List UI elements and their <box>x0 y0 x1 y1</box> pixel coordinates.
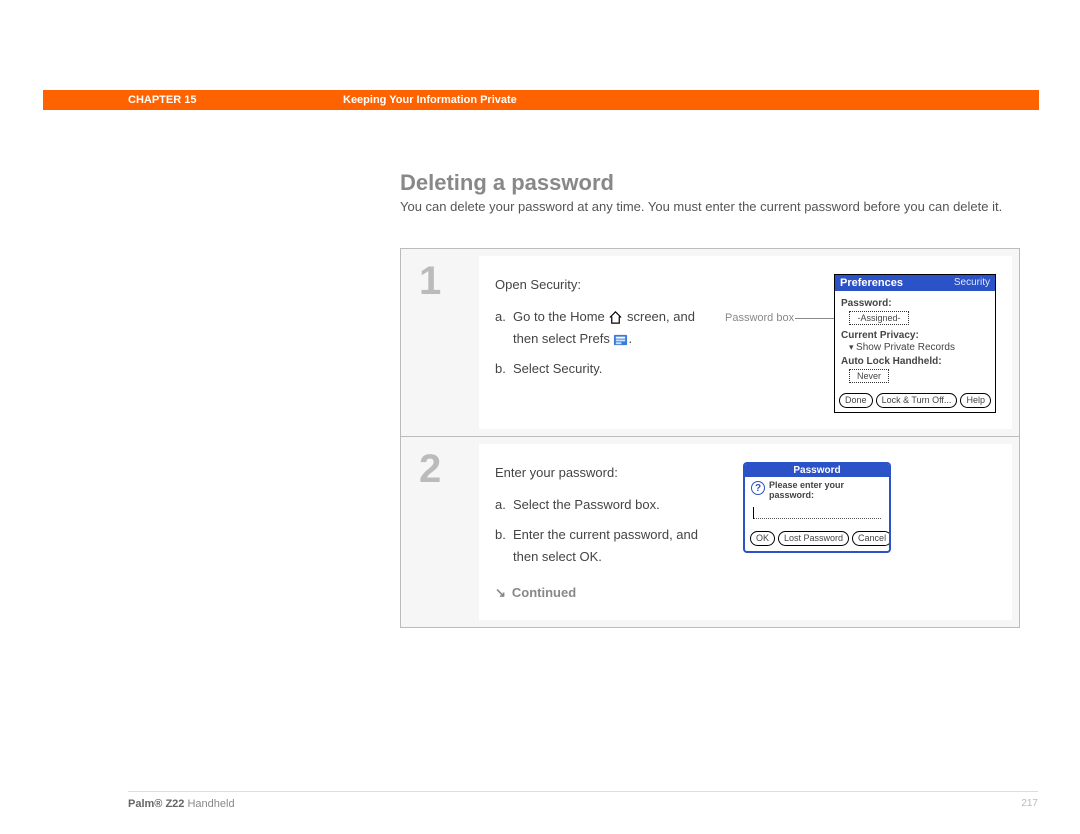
step-1: 1 Open Security: a. Go to the Home scree… <box>401 249 1019 437</box>
dialog-title: Password <box>745 464 889 477</box>
steps-container: 1 Open Security: a. Go to the Home scree… <box>400 248 1020 628</box>
cancel-button[interactable]: Cancel <box>852 531 891 546</box>
page-footer: Palm® Z22 Handheld 217 <box>128 791 1038 810</box>
continued-indicator: Continued <box>495 582 715 604</box>
prefs-icon <box>613 332 628 347</box>
substep-text: Go to the Home screen, and then select P… <box>513 306 715 350</box>
step-lead: Open Security: <box>495 274 715 296</box>
step-number: 2 <box>401 437 479 627</box>
substep-b: b. Enter the current password, and then … <box>495 524 715 568</box>
step-2: 2 Enter your password: a. Select the Pas… <box>401 437 1019 627</box>
section-intro: You can delete your password at any time… <box>400 198 1020 216</box>
palm-titlebar: Preferences Security <box>835 275 995 291</box>
chapter-label: CHAPTER 15 <box>128 94 196 106</box>
dialog-message: Please enter your password: <box>769 481 883 501</box>
password-box[interactable]: -Assigned- <box>849 311 909 325</box>
help-button[interactable]: Help <box>960 393 991 408</box>
autolock-label: Auto Lock Handheld: <box>841 356 989 367</box>
substep-a: a. Select the Password box. <box>495 494 715 516</box>
substep-text: Select the Password box. <box>513 494 715 516</box>
section-heading: Deleting a password <box>400 170 614 196</box>
palm-password-dialog: Password ? Please enter your password: O… <box>743 462 891 553</box>
substep-label: b. <box>495 358 513 380</box>
lost-password-button[interactable]: Lost Password <box>778 531 849 546</box>
substep-text: Enter the current password, and then sel… <box>513 524 715 568</box>
substep-a: a. Go to the Home screen, and then selec… <box>495 306 715 350</box>
password-label: Password: <box>841 298 989 309</box>
substep-label: a. <box>495 494 513 516</box>
page-number: 217 <box>1021 798 1038 810</box>
palm-title-left: Preferences <box>840 277 903 289</box>
substep-label: a. <box>495 306 513 350</box>
ok-button[interactable]: OK <box>750 531 775 546</box>
chapter-header: CHAPTER 15 Keeping Your Information Priv… <box>43 90 1039 110</box>
lock-turnoff-button[interactable]: Lock & Turn Off... <box>876 393 958 408</box>
home-icon <box>608 310 623 325</box>
password-input[interactable] <box>753 509 881 519</box>
done-button[interactable]: Done <box>839 393 873 408</box>
substep-b: b. Select Security. <box>495 358 715 380</box>
palm-title-right: Security <box>954 277 990 289</box>
privacy-dropdown[interactable]: Show Private Records <box>849 342 989 353</box>
product-name: Palm® Z22 Handheld <box>128 798 235 810</box>
callout-line <box>795 318 839 319</box>
palm-preferences-window: Preferences Security Password: -Assigned… <box>834 274 996 413</box>
callout-label: Password box <box>725 312 794 324</box>
chapter-title: Keeping Your Information Private <box>343 94 517 106</box>
step-number: 1 <box>401 249 479 436</box>
autolock-box[interactable]: Never <box>849 369 889 383</box>
substep-label: b. <box>495 524 513 568</box>
info-icon: ? <box>751 481 765 495</box>
step-lead: Enter your password: <box>495 462 715 484</box>
privacy-label: Current Privacy: <box>841 330 989 341</box>
substep-text: Select Security. <box>513 358 715 380</box>
